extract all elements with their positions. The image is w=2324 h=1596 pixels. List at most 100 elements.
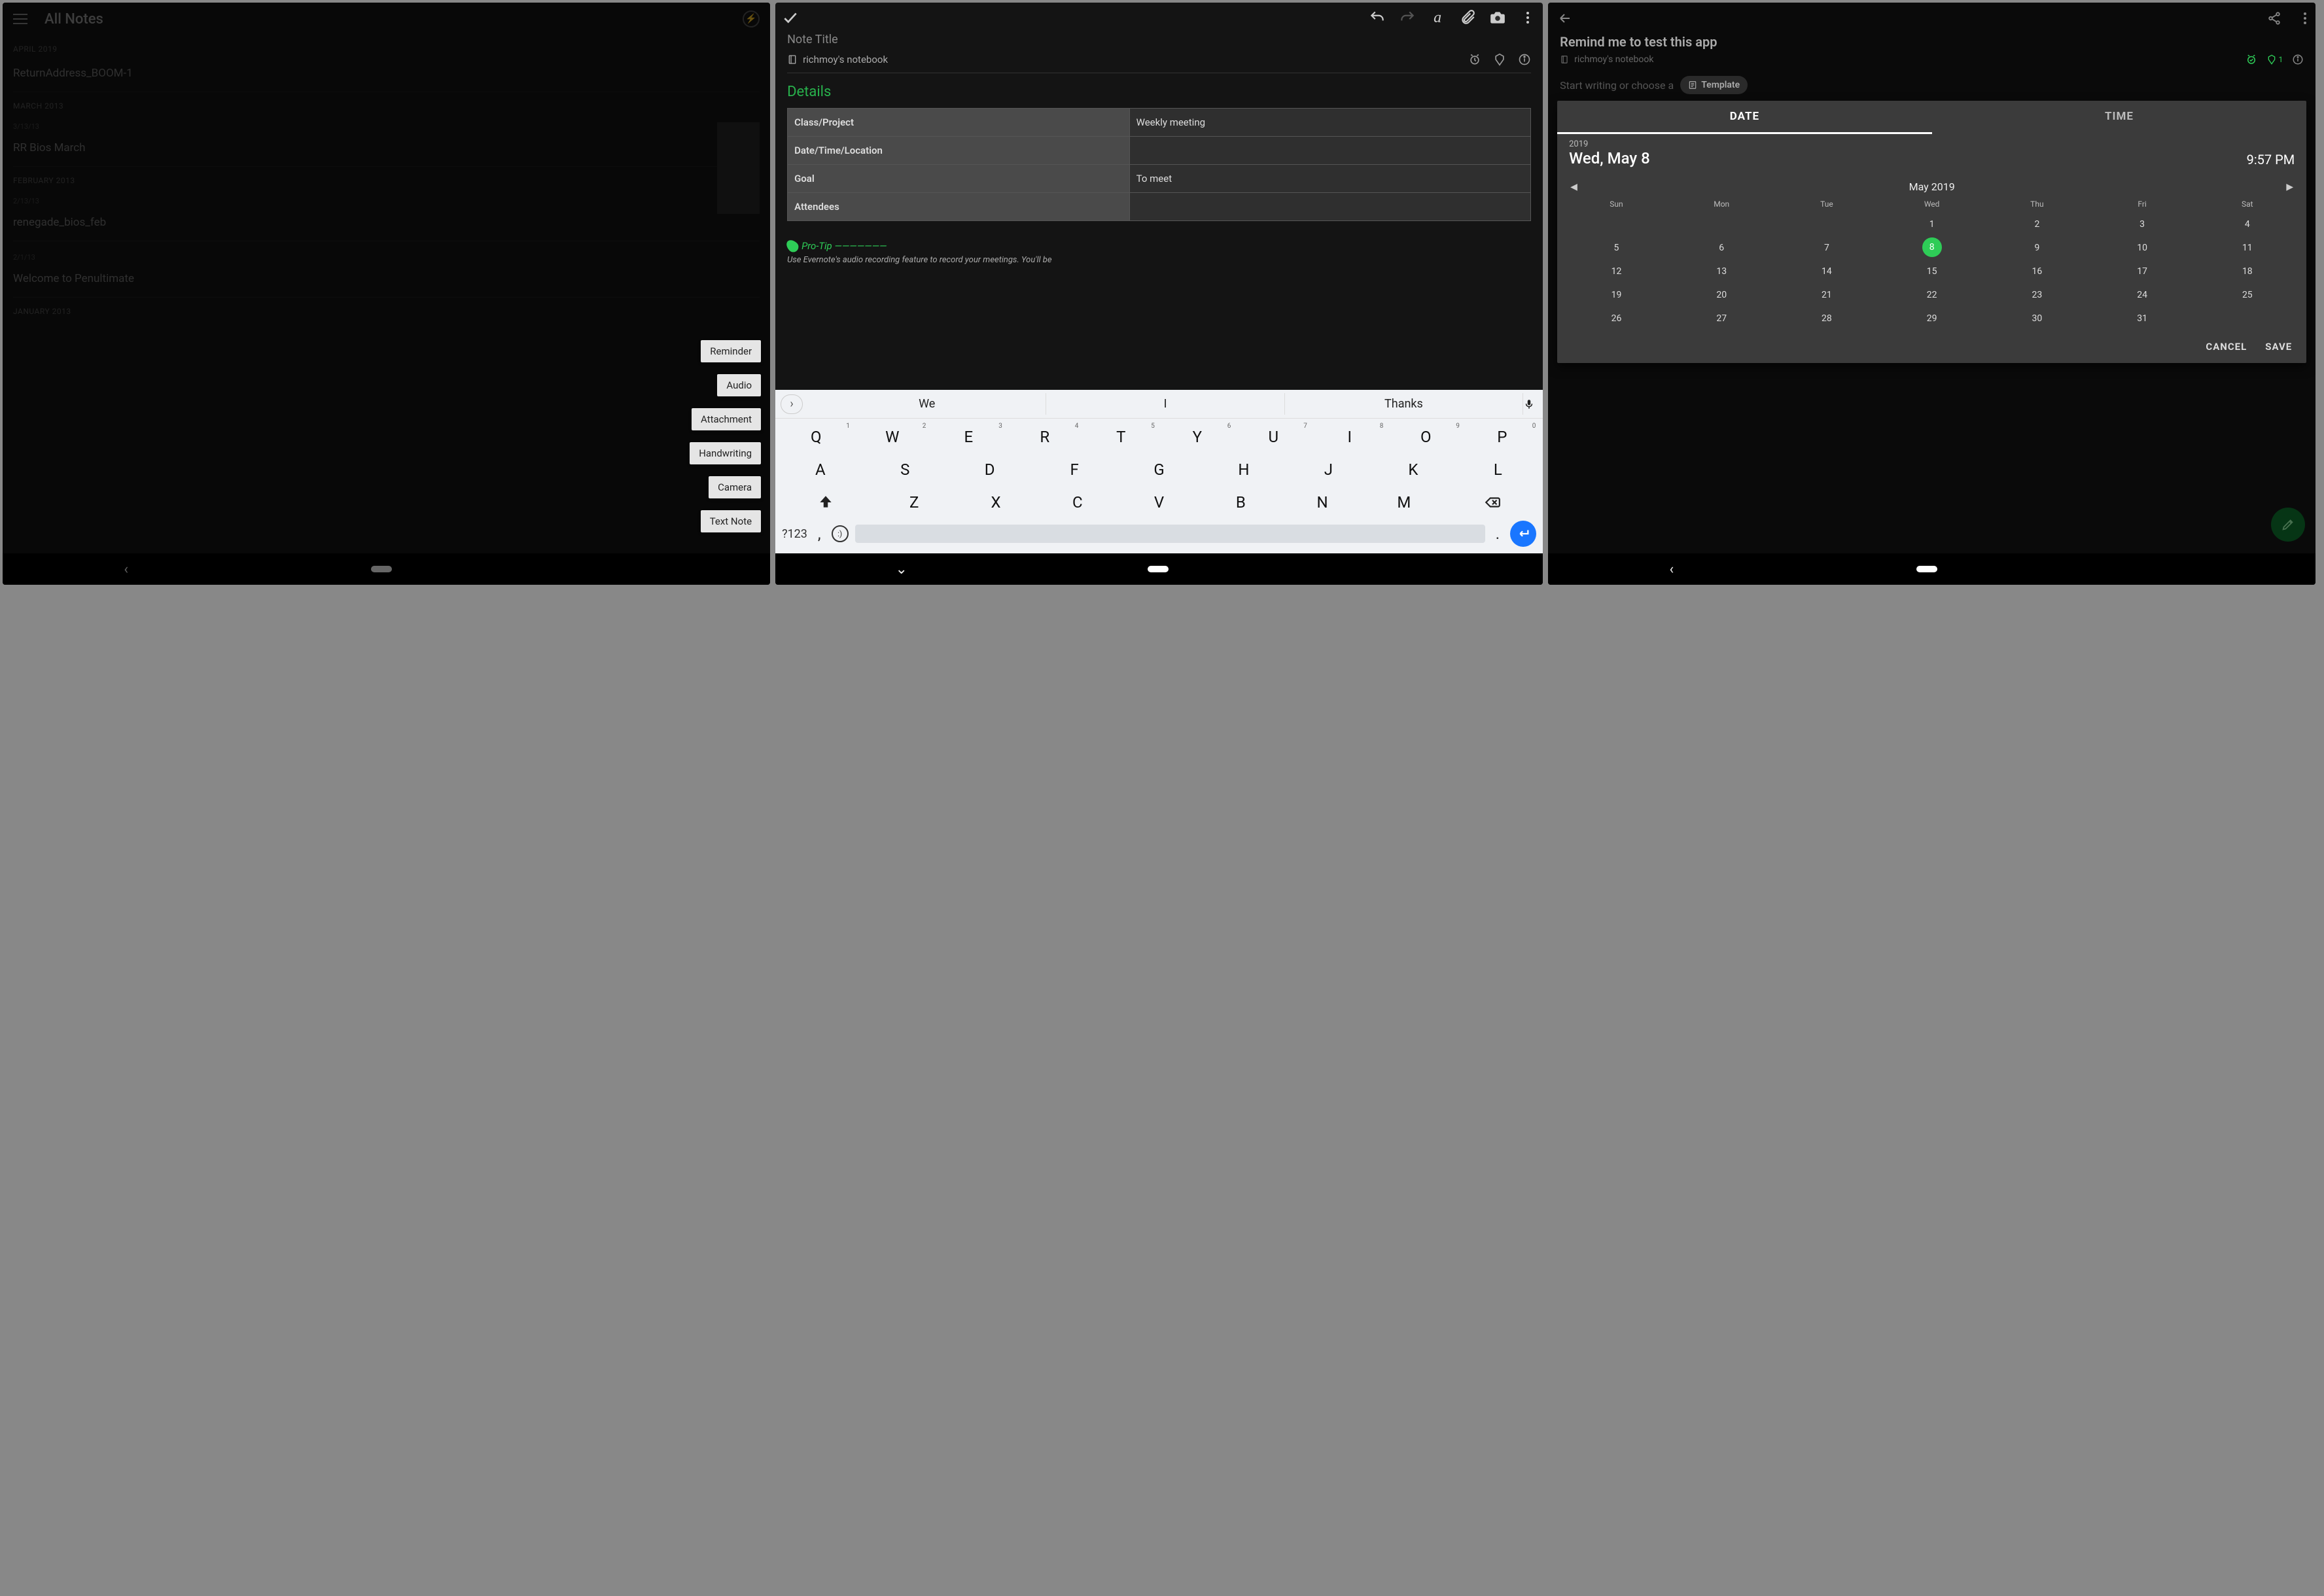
calendar-day[interactable]: 22 [1879,285,1984,305]
calendar-day[interactable]: 8 [1922,237,1942,257]
overflow-icon[interactable] [1519,9,1536,26]
tab-date[interactable]: DATE [1557,101,1932,134]
key-i[interactable]: I8 [1314,424,1384,450]
calendar-day[interactable]: 1 [1879,214,1984,235]
key-j[interactable]: J [1289,457,1367,483]
calendar-day[interactable]: 11 [2194,237,2300,258]
key-m[interactable]: M [1365,489,1443,515]
suggestion-3[interactable]: Thanks [1285,393,1523,415]
details-table[interactable]: Class/ProjectWeekly meetingDate/Time/Loc… [787,108,1531,221]
calendar-day[interactable]: 19 [1564,285,1669,305]
calendar-day[interactable]: 14 [1774,261,1880,282]
notebook-row[interactable]: richmoy's notebook 1 [1548,50,2315,73]
enter-key[interactable] [1510,521,1536,547]
key-a[interactable]: A [781,457,860,483]
key-b[interactable]: B [1202,489,1280,515]
shift-key[interactable] [780,494,872,511]
key-e[interactable]: E3 [934,424,1004,450]
calendar-day[interactable]: 25 [2194,285,2300,305]
key-o[interactable]: O9 [1391,424,1461,450]
info-icon[interactable] [1518,53,1531,66]
key-f[interactable]: F [1035,457,1114,483]
calendar-day[interactable]: 3 [2090,214,2195,235]
calendar-day[interactable]: 7 [1774,237,1880,258]
selected-time[interactable]: 9:57 PM [2247,152,2295,167]
fab-item-handwriting[interactable]: Handwriting [690,442,761,464]
note-body[interactable]: Note Title richmoy's notebook Details Cl… [775,33,1543,390]
key-k[interactable]: K [1374,457,1452,483]
calendar-day[interactable]: 9 [1984,237,2090,258]
calendar-day[interactable]: 2 [1984,214,2090,235]
key-s[interactable]: S [866,457,944,483]
save-button[interactable]: SAVE [2265,341,2292,353]
calendar-day[interactable]: 16 [1984,261,2090,282]
key-v[interactable]: V [1120,489,1198,515]
nav-home-pill[interactable] [1916,566,1937,572]
selected-year[interactable]: 2019 [1569,139,1650,149]
calendar-day[interactable]: 12 [1564,261,1669,282]
calendar-day[interactable]: 10 [2090,237,2195,258]
calendar-day[interactable]: 27 [1669,308,1774,329]
expand-suggestions-icon[interactable]: › [781,394,803,414]
emoji-key[interactable]: :) [832,525,849,542]
fab-item-attachment[interactable]: Attachment [692,408,761,430]
calendar-day[interactable]: 21 [1774,285,1880,305]
tag-icon[interactable] [1493,53,1506,66]
key-y[interactable]: Y6 [1162,424,1232,450]
undo-icon[interactable] [1369,9,1386,26]
share-icon[interactable] [2267,11,2281,26]
key-h[interactable]: H [1205,457,1283,483]
backspace-key[interactable] [1447,494,1538,511]
suggestion-1[interactable]: We [808,393,1046,415]
cancel-button[interactable]: CANCEL [2206,341,2247,353]
calendar-day[interactable]: 6 [1669,237,1774,258]
table-value[interactable] [1129,137,1530,165]
format-icon[interactable]: a [1429,9,1446,26]
key-n[interactable]: N [1284,489,1362,515]
calendar-day[interactable]: 18 [2194,261,2300,282]
key-x[interactable]: X [957,489,1035,515]
tab-time[interactable]: TIME [1932,101,2307,134]
calendar-day[interactable]: 30 [1984,308,2090,329]
calendar-day[interactable]: 26 [1564,308,1669,329]
calendar-day[interactable]: 23 [1984,285,2090,305]
camera-icon[interactable] [1489,9,1506,26]
period-key[interactable]: . [1492,525,1504,543]
calendar-day[interactable]: 29 [1879,308,1984,329]
calendar-day[interactable]: 15 [1879,261,1984,282]
fab-item-reminder[interactable]: Reminder [701,340,761,362]
table-value[interactable] [1129,193,1530,221]
mic-icon[interactable] [1523,398,1543,410]
key-w[interactable]: W2 [857,424,927,450]
tag-badge[interactable]: 1 [2266,54,2283,65]
key-r[interactable]: R4 [1010,424,1080,450]
nav-back-icon[interactable]: ‹ [1670,561,1674,578]
done-icon[interactable] [782,9,799,26]
key-c[interactable]: C [1038,489,1116,515]
calendar-day[interactable]: 13 [1669,261,1774,282]
nav-home-pill[interactable] [1148,566,1169,572]
calendar-day[interactable]: 4 [2194,214,2300,235]
redo-icon[interactable] [1399,9,1416,26]
template-button[interactable]: Template [1680,76,1748,94]
back-arrow-icon[interactable] [1557,10,1573,26]
reminder-icon[interactable] [1468,53,1481,66]
calendar-day[interactable]: 28 [1774,308,1880,329]
fab-item-audio[interactable]: Audio [717,374,761,396]
comma-key[interactable]: , [814,525,825,543]
symbols-key[interactable]: ?123 [782,527,807,541]
calendar-day[interactable]: 31 [2090,308,2195,329]
key-q[interactable]: Q1 [781,424,851,450]
table-value[interactable]: Weekly meeting [1129,109,1530,137]
key-g[interactable]: G [1120,457,1199,483]
key-z[interactable]: Z [875,489,953,515]
suggestion-2[interactable]: I [1046,393,1284,415]
next-month-icon[interactable]: ▶ [2286,182,2293,192]
calendar-day[interactable]: 24 [2090,285,2195,305]
fab-item-text-note[interactable]: Text Note [701,510,761,532]
nav-collapse-icon[interactable]: ⌄ [896,561,907,578]
calendar-day[interactable]: 20 [1669,285,1774,305]
reminder-set-icon[interactable] [2245,54,2257,65]
table-value[interactable]: To meet [1129,165,1530,193]
info-icon[interactable] [2292,54,2304,65]
